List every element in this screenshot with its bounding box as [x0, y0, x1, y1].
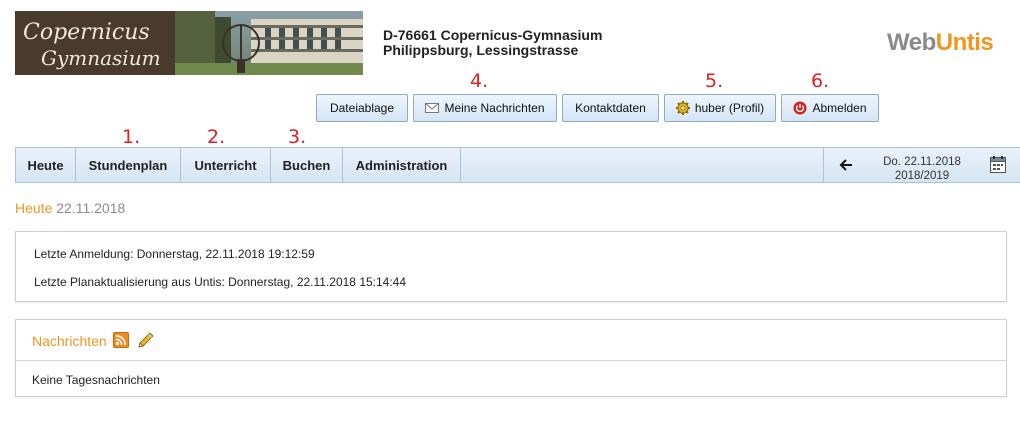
envelope-icon [425, 103, 440, 113]
last-plan-update-text: Letzte Planaktualisierung aus Untis: Don… [34, 275, 407, 289]
school-name-line2: Philippsburg, Lessingstrasse [383, 42, 579, 58]
webuntis-logo: WebUntis [887, 29, 994, 57]
profile-label: huber (Profil) [694, 101, 765, 115]
nav-item-today[interactable]: Heute [15, 148, 76, 182]
logo-script-line2: Gymnasium [41, 46, 161, 70]
no-news-text: Keine Tagesnachrichten [32, 373, 160, 387]
school-name: D-76661 Copernicus-Gymnasium Philippsbur… [383, 28, 602, 58]
rss-glyph [115, 335, 126, 346]
nav-item-timetable[interactable]: Stundenplan [76, 148, 181, 182]
nav-item-administration[interactable]: Administration [343, 148, 461, 182]
annotation-4: 4. [470, 70, 489, 92]
my-messages-label: Meine Nachrichten [444, 101, 545, 115]
calendar-icon [990, 156, 1006, 173]
annotation-1: 1. [122, 126, 141, 148]
news-title: Nachrichten [32, 333, 107, 349]
annotation-5: 5. [705, 70, 724, 92]
page-title-date: 22.11.2018 [56, 200, 126, 216]
brand-untis: Untis [935, 29, 994, 56]
page-title-text: Heute [15, 200, 53, 216]
school-logo-image: Copernicus Gymnasium [15, 11, 363, 75]
main-nav-bar: Heute Stundenplan Unterricht Buchen Admi… [15, 147, 1020, 183]
current-date: Do. 22.11.2018 [883, 156, 961, 168]
logout-button[interactable]: Abmelden [781, 94, 879, 122]
school-year: 2018/2019 [894, 170, 950, 182]
nav-item-lessons[interactable]: Unterricht [181, 148, 271, 182]
profile-button[interactable]: huber (Profil) [664, 94, 776, 122]
logout-label: Abmelden [812, 101, 867, 115]
calendar-button[interactable] [990, 156, 1008, 174]
previous-day-button[interactable] [823, 148, 867, 182]
contact-data-label: Kontaktdaten [575, 101, 646, 115]
file-storage-button[interactable]: Dateiablage [316, 94, 408, 122]
logo-photo: Copernicus Gymnasium [15, 11, 363, 75]
school-name-line1: D-76661 Copernicus-Gymnasium [383, 27, 603, 43]
logo-script-line1: Copernicus [23, 20, 150, 45]
login-info-panel: Letzte Anmeldung: Donnerstag, 22.11.2018… [15, 231, 1007, 302]
last-login-text: Letzte Anmeldung: Donnerstag, 22.11.2018… [34, 247, 315, 261]
date-display[interactable]: Do. 22.11.2018 2018/2019 [867, 148, 977, 182]
brand-web: Web [887, 29, 936, 56]
contact-data-button[interactable]: Kontaktdaten [562, 94, 659, 122]
gear-icon [675, 101, 690, 115]
arrow-left-icon [839, 159, 852, 171]
annotation-3: 3. [288, 126, 307, 148]
power-icon [793, 101, 807, 115]
page-title: Heute 22.11.2018 [15, 200, 125, 216]
nav-item-booking[interactable]: Buchen [271, 148, 343, 182]
news-panel: Nachrichten Keine Tagesnachrichten [15, 319, 1007, 397]
annotation-2: 2. [207, 126, 226, 148]
news-panel-header: Nachrichten [16, 320, 1006, 361]
file-storage-label: Dateiablage [329, 101, 395, 115]
annotation-6: 6. [811, 70, 830, 92]
my-messages-button[interactable]: Meine Nachrichten [413, 94, 557, 122]
rss-icon[interactable] [113, 332, 129, 348]
pencil-icon[interactable] [137, 331, 155, 349]
